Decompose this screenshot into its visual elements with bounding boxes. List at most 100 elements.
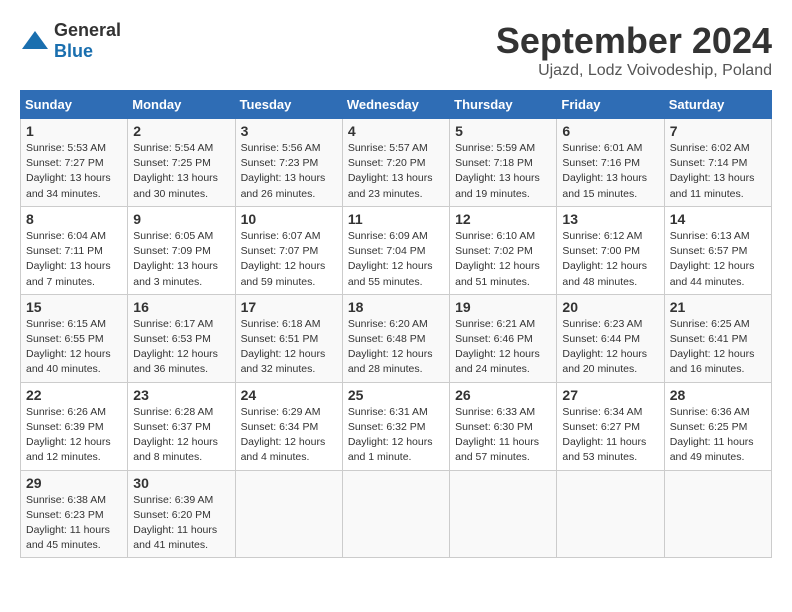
day-number: 15 bbox=[26, 299, 122, 315]
calendar-cell: 16 Sunrise: 6:17 AMSunset: 6:53 PMDayligh… bbox=[128, 294, 235, 382]
calendar-week-5: 29 Sunrise: 6:38 AMSunset: 6:23 PMDayligh… bbox=[21, 470, 772, 558]
day-number: 23 bbox=[133, 387, 229, 403]
day-number: 20 bbox=[562, 299, 658, 315]
day-info: Sunrise: 6:38 AMSunset: 6:23 PMDaylight:… bbox=[26, 493, 122, 554]
day-number: 21 bbox=[670, 299, 766, 315]
calendar-cell bbox=[557, 470, 664, 558]
day-number: 8 bbox=[26, 211, 122, 227]
calendar-cell: 11 Sunrise: 6:09 AMSunset: 7:04 PMDayligh… bbox=[342, 206, 449, 294]
day-info: Sunrise: 6:15 AMSunset: 6:55 PMDaylight:… bbox=[26, 317, 122, 378]
subtitle: Ujazd, Lodz Voivodeship, Poland bbox=[496, 62, 772, 80]
day-number: 5 bbox=[455, 123, 551, 139]
calendar-cell: 27 Sunrise: 6:34 AMSunset: 6:27 PMDayligh… bbox=[557, 382, 664, 470]
day-info: Sunrise: 6:23 AMSunset: 6:44 PMDaylight:… bbox=[562, 317, 658, 378]
day-info: Sunrise: 6:13 AMSunset: 6:57 PMDaylight:… bbox=[670, 229, 766, 290]
calendar-week-1: 1Sunrise: 5:53 AMSunset: 7:27 PMDaylight… bbox=[21, 119, 772, 207]
day-info: Sunrise: 6:04 AMSunset: 7:11 PMDaylight:… bbox=[26, 229, 122, 290]
calendar-table: SundayMondayTuesdayWednesdayThursdayFrid… bbox=[20, 90, 772, 558]
day-number: 9 bbox=[133, 211, 229, 227]
day-number: 3 bbox=[241, 123, 337, 139]
day-info: Sunrise: 6:36 AMSunset: 6:25 PMDaylight:… bbox=[670, 405, 766, 466]
day-info: Sunrise: 6:07 AMSunset: 7:07 PMDaylight:… bbox=[241, 229, 337, 290]
day-info: Sunrise: 6:09 AMSunset: 7:04 PMDaylight:… bbox=[348, 229, 444, 290]
day-number: 24 bbox=[241, 387, 337, 403]
day-info: Sunrise: 6:29 AMSunset: 6:34 PMDaylight:… bbox=[241, 405, 337, 466]
calendar-cell: 13 Sunrise: 6:12 AMSunset: 7:00 PMDayligh… bbox=[557, 206, 664, 294]
day-info: Sunrise: 6:18 AMSunset: 6:51 PMDaylight:… bbox=[241, 317, 337, 378]
calendar-cell: 9 Sunrise: 6:05 AMSunset: 7:09 PMDaylight… bbox=[128, 206, 235, 294]
day-number: 4 bbox=[348, 123, 444, 139]
day-info: Sunrise: 6:25 AMSunset: 6:41 PMDaylight:… bbox=[670, 317, 766, 378]
day-number: 14 bbox=[670, 211, 766, 227]
calendar-cell: 5Sunrise: 5:59 AMSunset: 7:18 PMDaylight… bbox=[450, 119, 557, 207]
day-number: 16 bbox=[133, 299, 229, 315]
weekday-header-monday: Monday bbox=[128, 91, 235, 119]
calendar-cell: 25 Sunrise: 6:31 AMSunset: 6:32 PMDayligh… bbox=[342, 382, 449, 470]
day-number: 19 bbox=[455, 299, 551, 315]
calendar-cell bbox=[450, 470, 557, 558]
weekday-header-thursday: Thursday bbox=[450, 91, 557, 119]
month-title: September 2024 bbox=[496, 20, 772, 62]
day-number: 22 bbox=[26, 387, 122, 403]
weekday-header-tuesday: Tuesday bbox=[235, 91, 342, 119]
day-info: Sunrise: 6:05 AMSunset: 7:09 PMDaylight:… bbox=[133, 229, 229, 290]
calendar-cell bbox=[342, 470, 449, 558]
calendar-cell: 29 Sunrise: 6:38 AMSunset: 6:23 PMDayligh… bbox=[21, 470, 128, 558]
header: General Blue September 2024 Ujazd, Lodz … bbox=[20, 20, 772, 80]
calendar-cell: 14 Sunrise: 6:13 AMSunset: 6:57 PMDayligh… bbox=[664, 206, 771, 294]
day-info: Sunrise: 6:20 AMSunset: 6:48 PMDaylight:… bbox=[348, 317, 444, 378]
day-info: Sunrise: 6:34 AMSunset: 6:27 PMDaylight:… bbox=[562, 405, 658, 466]
day-number: 2 bbox=[133, 123, 229, 139]
day-info: Sunrise: 6:17 AMSunset: 6:53 PMDaylight:… bbox=[133, 317, 229, 378]
day-info: Sunrise: 6:21 AMSunset: 6:46 PMDaylight:… bbox=[455, 317, 551, 378]
day-number: 28 bbox=[670, 387, 766, 403]
title-area: September 2024 Ujazd, Lodz Voivodeship, … bbox=[496, 20, 772, 80]
calendar-cell: 19 Sunrise: 6:21 AMSunset: 6:46 PMDayligh… bbox=[450, 294, 557, 382]
day-number: 13 bbox=[562, 211, 658, 227]
calendar-cell: 26Sunrise: 6:33 AMSunset: 6:30 PMDayligh… bbox=[450, 382, 557, 470]
calendar-cell: 7Sunrise: 6:02 AMSunset: 7:14 PMDaylight… bbox=[664, 119, 771, 207]
calendar-cell: 24 Sunrise: 6:29 AMSunset: 6:34 PMDayligh… bbox=[235, 382, 342, 470]
calendar-cell: 15 Sunrise: 6:15 AMSunset: 6:55 PMDayligh… bbox=[21, 294, 128, 382]
day-info: Sunrise: 6:28 AMSunset: 6:37 PMDaylight:… bbox=[133, 405, 229, 466]
calendar-cell bbox=[235, 470, 342, 558]
day-info: Sunrise: 6:02 AMSunset: 7:14 PMDaylight:… bbox=[670, 141, 766, 202]
generalblue-logo-icon bbox=[20, 29, 50, 53]
day-info: Sunrise: 5:57 AMSunset: 7:20 PMDaylight:… bbox=[348, 141, 444, 202]
day-number: 26 bbox=[455, 387, 551, 403]
day-info: Sunrise: 6:26 AMSunset: 6:39 PMDaylight:… bbox=[26, 405, 122, 466]
calendar-cell: 3Sunrise: 5:56 AMSunset: 7:23 PMDaylight… bbox=[235, 119, 342, 207]
day-number: 18 bbox=[348, 299, 444, 315]
weekday-header-saturday: Saturday bbox=[664, 91, 771, 119]
calendar-week-2: 8 Sunrise: 6:04 AMSunset: 7:11 PMDaylight… bbox=[21, 206, 772, 294]
day-number: 30 bbox=[133, 475, 229, 491]
calendar-cell: 6 Sunrise: 6:01 AMSunset: 7:16 PMDaylight… bbox=[557, 119, 664, 207]
calendar-week-4: 22 Sunrise: 6:26 AMSunset: 6:39 PMDayligh… bbox=[21, 382, 772, 470]
calendar-cell: 30 Sunrise: 6:39 AMSunset: 6:20 PMDayligh… bbox=[128, 470, 235, 558]
calendar-cell: 21 Sunrise: 6:25 AMSunset: 6:41 PMDayligh… bbox=[664, 294, 771, 382]
calendar-cell: 18 Sunrise: 6:20 AMSunset: 6:48 PMDayligh… bbox=[342, 294, 449, 382]
calendar-cell: 17 Sunrise: 6:18 AMSunset: 6:51 PMDayligh… bbox=[235, 294, 342, 382]
calendar-week-3: 15 Sunrise: 6:15 AMSunset: 6:55 PMDayligh… bbox=[21, 294, 772, 382]
day-info: Sunrise: 6:01 AMSunset: 7:16 PMDaylight:… bbox=[562, 141, 658, 202]
day-number: 17 bbox=[241, 299, 337, 315]
weekday-header-friday: Friday bbox=[557, 91, 664, 119]
logo-text-blue: Blue bbox=[54, 41, 93, 61]
day-number: 25 bbox=[348, 387, 444, 403]
day-number: 1 bbox=[26, 123, 122, 139]
day-number: 11 bbox=[348, 211, 444, 227]
day-number: 6 bbox=[562, 123, 658, 139]
day-number: 29 bbox=[26, 475, 122, 491]
calendar-cell: 1Sunrise: 5:53 AMSunset: 7:27 PMDaylight… bbox=[21, 119, 128, 207]
calendar-cell: 12Sunrise: 6:10 AMSunset: 7:02 PMDayligh… bbox=[450, 206, 557, 294]
calendar-cell: 8 Sunrise: 6:04 AMSunset: 7:11 PMDaylight… bbox=[21, 206, 128, 294]
day-info: Sunrise: 6:39 AMSunset: 6:20 PMDaylight:… bbox=[133, 493, 229, 554]
calendar-cell: 23 Sunrise: 6:28 AMSunset: 6:37 PMDayligh… bbox=[128, 382, 235, 470]
day-info: Sunrise: 6:31 AMSunset: 6:32 PMDaylight:… bbox=[348, 405, 444, 466]
weekday-header-wednesday: Wednesday bbox=[342, 91, 449, 119]
calendar-cell: 10Sunrise: 6:07 AMSunset: 7:07 PMDayligh… bbox=[235, 206, 342, 294]
day-info: Sunrise: 6:12 AMSunset: 7:00 PMDaylight:… bbox=[562, 229, 658, 290]
calendar-cell: 2Sunrise: 5:54 AMSunset: 7:25 PMDaylight… bbox=[128, 119, 235, 207]
calendar-cell: 22 Sunrise: 6:26 AMSunset: 6:39 PMDayligh… bbox=[21, 382, 128, 470]
day-number: 27 bbox=[562, 387, 658, 403]
